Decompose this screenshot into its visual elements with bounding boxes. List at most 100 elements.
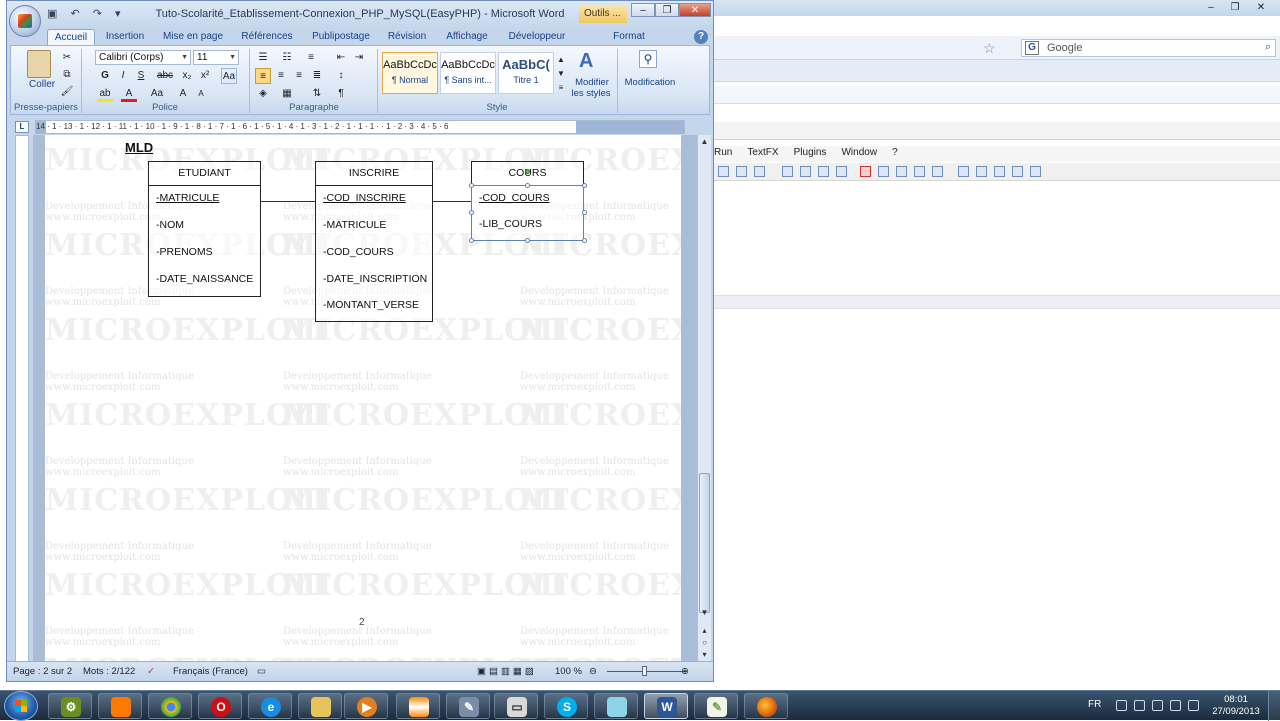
highlight-icon[interactable]: ab — [97, 86, 113, 102]
zoom-slider-knob[interactable] — [642, 666, 647, 676]
taskbar-app-media-player[interactable]: ▶ — [344, 693, 388, 719]
taskbar-app-notepad[interactable] — [594, 693, 638, 719]
selection-frame[interactable] — [471, 185, 584, 241]
volume-icon[interactable] — [1170, 700, 1181, 711]
zoom-level[interactable]: 100 % — [555, 666, 582, 677]
tab-insertion[interactable]: Insertion — [99, 29, 151, 45]
numbering-icon[interactable]: ☷ — [279, 50, 295, 66]
record-macro-icon[interactable] — [860, 166, 871, 177]
styles-more-icon[interactable]: ≡ — [556, 80, 566, 96]
resize-handle[interactable] — [469, 238, 474, 243]
toolbar-icon[interactable] — [818, 166, 829, 177]
paste-label[interactable]: Coller — [29, 79, 55, 90]
next-page-icon[interactable]: ▾ — [699, 649, 710, 660]
proofing-icon[interactable]: ✓ — [147, 666, 155, 677]
entity-etudiant[interactable]: ETUDIANT -MATRICULE -NOM -PRENOMS -DATE_… — [148, 161, 261, 297]
line-spacing-icon[interactable]: ↕ — [333, 68, 349, 84]
help-icon[interactable]: ? — [694, 30, 708, 44]
taskbar-app-opera[interactable]: O — [198, 693, 242, 719]
tab-affichage[interactable]: Affichage — [439, 29, 495, 45]
shrink-font-icon[interactable]: A — [193, 86, 209, 102]
menu-plugins[interactable]: Plugins — [794, 147, 827, 158]
bookmark-star-icon[interactable]: ☆ — [983, 40, 996, 57]
resize-handle[interactable] — [525, 183, 530, 188]
scrollbar-thumb[interactable] — [699, 473, 710, 613]
contextual-tools-label[interactable]: Outils ... — [579, 5, 627, 23]
zoom-out-icon[interactable]: ⊖ — [589, 666, 597, 677]
modify-styles-label-2[interactable]: les styles — [567, 88, 615, 99]
change-case-icon[interactable]: Aa — [147, 86, 167, 102]
tab-selector-button[interactable]: L — [15, 121, 29, 133]
tab-accueil[interactable]: Accueil — [47, 29, 95, 45]
italic-icon[interactable]: I — [115, 68, 131, 84]
increase-indent-icon[interactable]: ⇥ — [351, 50, 367, 66]
change-styles-icon[interactable]: A — [579, 50, 593, 73]
taskbar-app-internet-explorer[interactable]: e — [248, 693, 292, 719]
rotate-handle[interactable] — [525, 169, 530, 174]
toolbar-icon[interactable] — [1012, 166, 1023, 177]
toolbar-icon[interactable] — [896, 166, 907, 177]
show-desktop-button[interactable] — [1268, 691, 1280, 721]
entity-inscrire[interactable]: INSCRIRE -COD_INSCRIRE -MATRICULE -COD_C… — [315, 161, 433, 322]
minimize-button[interactable]: – — [631, 3, 655, 17]
horizontal-ruler[interactable]: 14 · 1 · 13 · 1 · 12 · 1 · 11 · 1 · 10 ·… — [35, 120, 685, 134]
toolbar-icon[interactable] — [800, 166, 811, 177]
search-icon[interactable]: ⌕ — [1265, 41, 1271, 54]
toolbar-icon[interactable] — [994, 166, 1005, 177]
language-indicator[interactable]: Français (France) — [173, 666, 248, 677]
tab-publipostage[interactable]: Publipostage — [307, 29, 375, 45]
close-button[interactable]: ✕ — [679, 3, 711, 17]
style-no-spacing[interactable]: AaBbCcDc ¶ Sans int... — [440, 52, 496, 94]
grow-font-icon[interactable]: A — [175, 86, 191, 102]
zoom-slider[interactable] — [607, 671, 687, 672]
bold-icon[interactable]: G — [97, 68, 113, 84]
vertical-scrollbar[interactable]: ▲ ▼ ▴ ○ ▾ — [697, 135, 711, 663]
toolbar-icon[interactable] — [878, 166, 889, 177]
sort-icon[interactable]: ⇅ — [309, 86, 325, 102]
word-count[interactable]: Mots : 2/122 — [83, 666, 135, 677]
superscript-icon[interactable]: x² — [197, 68, 213, 84]
taskbar-app-window[interactable]: ▭ — [494, 693, 538, 719]
tray-expand-icon[interactable] — [1116, 700, 1127, 711]
input-language[interactable]: FR — [1088, 699, 1101, 710]
toolbar-icon[interactable] — [932, 166, 943, 177]
taskbar-app-network-tool[interactable]: ✎ — [446, 693, 490, 719]
resize-handle[interactable] — [582, 183, 587, 188]
view-buttons[interactable]: ▣▤▥▦▧ — [477, 666, 537, 677]
paste-icon[interactable] — [27, 50, 51, 78]
bullets-icon[interactable]: ☰ — [255, 50, 271, 66]
maximize-icon[interactable]: ❐ — [1222, 1, 1248, 14]
resize-handle[interactable] — [469, 210, 474, 215]
align-center-icon[interactable]: ≡ — [273, 68, 289, 84]
editing-label[interactable]: Modification — [621, 77, 679, 88]
justify-icon[interactable]: ≣ — [309, 68, 325, 84]
toolbar-icon[interactable] — [958, 166, 969, 177]
binoculars-icon[interactable]: ⚲ — [639, 50, 657, 68]
taskbar-app-explorer-tool[interactable]: ⚙ — [48, 693, 92, 719]
menu-run[interactable]: Run — [714, 147, 732, 158]
font-name-select[interactable]: Calibri (Corps) ▼ — [95, 50, 191, 65]
tab-developpeur[interactable]: Développeur — [503, 29, 571, 45]
previous-page-icon[interactable]: ▴ — [699, 625, 710, 636]
multilevel-list-icon[interactable]: ≡ — [303, 50, 319, 66]
tab-format[interactable]: Format — [603, 29, 655, 45]
style-heading-1[interactable]: AaBbC( Titre 1 — [498, 52, 554, 94]
flag-icon[interactable] — [1134, 700, 1145, 711]
format-painter-icon[interactable]: 🖌 — [59, 84, 75, 100]
borders-icon[interactable]: ▦ — [279, 86, 295, 102]
cut-icon[interactable]: ✂ — [59, 50, 75, 66]
taskbar-app-orange[interactable] — [98, 693, 142, 719]
modify-styles-label[interactable]: Modifier — [571, 77, 613, 88]
maximize-button[interactable]: ❐ — [655, 3, 679, 17]
taskbar-app-chrome[interactable] — [148, 693, 192, 719]
taskbar-app-firefox[interactable] — [744, 693, 788, 719]
network-icon[interactable] — [1152, 700, 1163, 711]
resize-handle[interactable] — [469, 183, 474, 188]
scroll-up-icon[interactable]: ▲ — [699, 136, 710, 147]
subscript-icon[interactable]: x₂ — [179, 68, 195, 84]
underline-icon[interactable]: S — [133, 68, 149, 84]
start-button[interactable] — [4, 691, 38, 721]
taskbar-app-vlc[interactable] — [396, 693, 440, 719]
zoom-in-icon[interactable]: ⊕ — [681, 666, 689, 677]
minimize-icon[interactable]: – — [1198, 1, 1224, 14]
